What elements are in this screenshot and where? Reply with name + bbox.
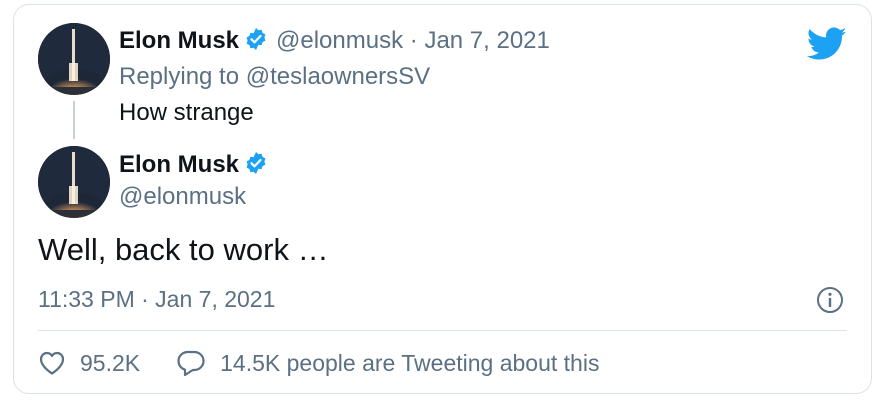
tweet-card: Elon Musk @elonmusk · Jan 7, 2021 Replyi… [13, 4, 872, 394]
tweet-timestamp[interactable]: 11:33 PM · Jan 7, 2021 [38, 286, 275, 313]
author-handle[interactable]: @elonmusk [119, 183, 246, 211]
info-icon[interactable] [815, 285, 845, 315]
rocket-launch-image [38, 146, 110, 218]
tweet-date[interactable]: Jan 7, 2021 [424, 27, 549, 54]
separator-dot: · [409, 27, 418, 54]
like-count: 95.2K [80, 349, 141, 376]
verified-badge-icon [246, 152, 266, 174]
verified-badge-icon [246, 28, 266, 50]
like-button[interactable]: 95.2K [38, 350, 140, 377]
heart-icon [39, 351, 65, 375]
speech-bubble-icon [177, 350, 205, 377]
rocket-launch-image [38, 23, 110, 95]
thread-connector [73, 101, 75, 139]
parent-tweet-text: How strange [119, 99, 254, 126]
avatar[interactable] [38, 23, 110, 95]
main-tweet-text: Well, back to work … [38, 232, 329, 267]
replying-to: Replying to @teslaownersSV [119, 63, 430, 91]
tweet-actions: 95.2K 14.5K people are Tweeting about th… [38, 348, 599, 378]
author-name[interactable]: Elon Musk [119, 151, 239, 178]
avatar[interactable] [38, 146, 110, 218]
conversation-text: 14.5K people are Tweeting about this [220, 349, 600, 376]
author-handle[interactable]: @elonmusk [276, 27, 403, 54]
conversation-button[interactable]: 14.5K people are Tweeting about this [176, 349, 599, 377]
twitter-bird-icon[interactable] [807, 27, 847, 61]
parent-tweet-header: Elon Musk @elonmusk · Jan 7, 2021 [119, 27, 550, 55]
replying-to-label: Replying to [119, 63, 240, 90]
replying-to-handle[interactable]: @teslaownersSV [246, 63, 430, 90]
author-name[interactable]: Elon Musk [119, 27, 239, 54]
divider [38, 330, 847, 331]
main-tweet-header: Elon Musk [119, 151, 268, 179]
